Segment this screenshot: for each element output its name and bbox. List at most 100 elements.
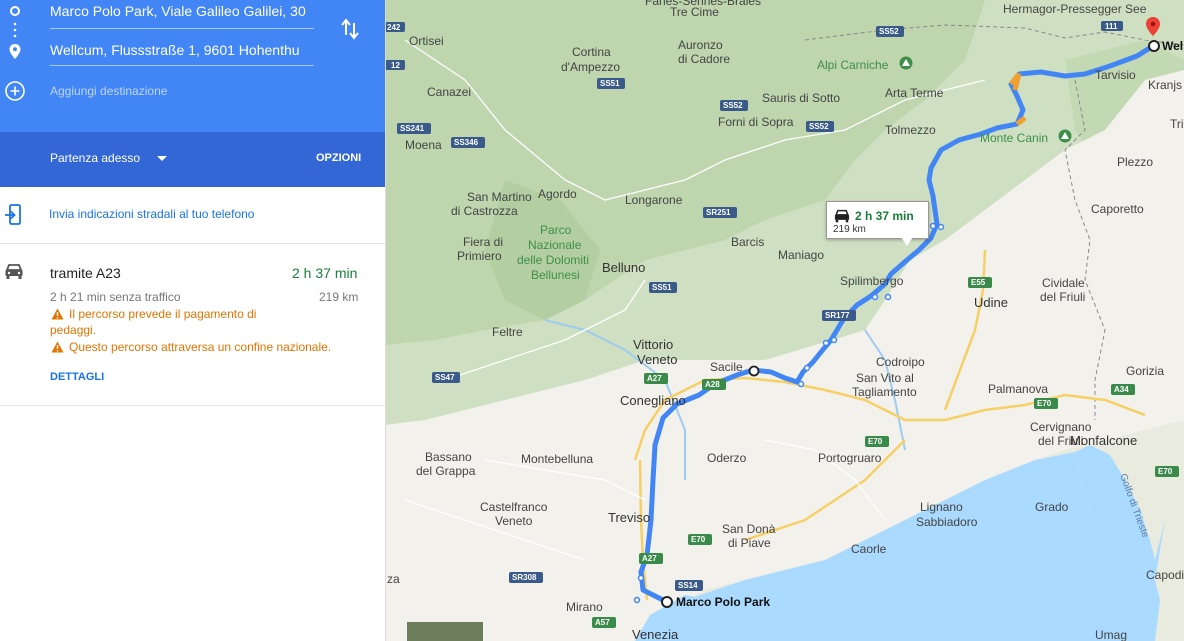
place-label: San Donà — [722, 522, 776, 536]
warning-tolls-line1: Il percorso prevede il pagamento di — [69, 307, 257, 321]
directions-panel: Marco Polo Park, Viale Galileo Galilei, … — [0, 0, 386, 641]
place-label: Gorizia — [1126, 364, 1164, 378]
place-label: Venezia — [632, 627, 679, 641]
place-label: Fiera di — [463, 235, 503, 249]
park-label: Bellunesi — [531, 268, 580, 282]
place-label: Udine — [974, 295, 1008, 310]
svg-text:SR308: SR308 — [512, 573, 537, 582]
route-options-bar: Partenza adesso OPZIONI — [0, 132, 385, 187]
svg-text:SR177: SR177 — [825, 311, 850, 320]
place-label: Feltre — [492, 325, 523, 339]
svg-text:SS51: SS51 — [600, 79, 620, 88]
place-label: Fanes-Sennes-Braies — [645, 0, 761, 8]
place-label: Moena — [405, 138, 442, 152]
place-label: Palmanova — [988, 382, 1048, 396]
place-label: za — [387, 572, 400, 586]
pin-dot — [1150, 21, 1156, 27]
route-info-box[interactable]: 2 h 37 min 219 km — [826, 201, 929, 239]
options-button[interactable]: OPZIONI — [316, 152, 361, 164]
route-via: tramite A23 — [50, 265, 121, 281]
place-label: Cervignano — [1030, 420, 1092, 434]
place-label: Canazei — [427, 85, 471, 99]
place-label: Veneto — [637, 352, 678, 367]
park-label: delle Dolomiti — [517, 253, 589, 267]
satellite-layer-thumbnail[interactable] — [407, 622, 483, 641]
place-label: Tarvisio — [1095, 68, 1136, 82]
place-label: San Vito al — [856, 371, 914, 385]
svg-text:SS52: SS52 — [809, 122, 829, 131]
warning-tolls-line2: pedaggi. — [50, 323, 97, 337]
svg-text:SR251: SR251 — [706, 208, 731, 217]
place-label: Spilimbergo — [840, 274, 904, 288]
destination-input[interactable]: Wellcum, Flussstraße 1, 9601 Hohenthu — [50, 42, 312, 58]
place-label: Ortisei — [409, 34, 444, 48]
send-to-phone-icon[interactable] — [4, 204, 22, 226]
mountain-peak-icon — [1058, 129, 1072, 143]
svg-text:A27: A27 — [647, 374, 662, 383]
warning-icon — [51, 308, 64, 320]
place-label: d'Ampezzo — [561, 60, 620, 74]
place-label: Caporetto — [1091, 202, 1144, 216]
details-button[interactable]: DETTAGLI — [50, 371, 104, 383]
svg-text:12: 12 — [391, 61, 400, 70]
map-canvas[interactable]: Marco Polo Park Wel Hermagor-Pressegger … — [385, 0, 1184, 641]
place-label: Vittorio — [633, 337, 673, 352]
place-label: di Castrozza — [451, 204, 518, 218]
route-distance: 219 km — [319, 290, 359, 304]
place-label: Cortina — [572, 45, 611, 59]
place-label: di Piave — [728, 536, 771, 550]
waypoint-circle-icon[interactable] — [748, 365, 760, 377]
place-label: Tolmezzo — [885, 123, 936, 137]
place-label: Plezzo — [1117, 155, 1153, 169]
info-duration: 2 h 37 min — [855, 209, 914, 223]
park-label: Monte Canin — [980, 131, 1048, 145]
svg-text:A27: A27 — [642, 554, 657, 563]
send-to-phone-link[interactable]: Invia indicazioni stradali al tuo telefo… — [49, 207, 254, 221]
destination-marker-icon[interactable] — [1148, 40, 1160, 52]
route-duration: 2 h 37 min — [292, 265, 358, 281]
warning-icon — [51, 341, 64, 353]
destination-pin-icon — [9, 44, 21, 59]
svg-text:SS14: SS14 — [678, 581, 698, 590]
place-label: del Friuli — [1040, 290, 1085, 304]
place-label: Lignano — [920, 500, 963, 514]
swap-directions-icon[interactable] — [339, 17, 361, 41]
place-label: Maniago — [778, 248, 824, 262]
place-label: Castelfranco — [480, 500, 548, 514]
place-label: Longarone — [625, 193, 683, 207]
place-label: Tagliamento — [852, 385, 917, 399]
svg-text:E70: E70 — [868, 437, 883, 446]
route-card[interactable]: tramite A23 2 h 37 min 2 h 21 min senza … — [0, 244, 385, 405]
route-duration-no-traffic: 2 h 21 min senza traffico — [50, 290, 181, 304]
origin-input[interactable]: Marco Polo Park, Viale Galileo Galilei, … — [50, 3, 312, 19]
origin-map-label[interactable]: Marco Polo Park — [676, 595, 770, 609]
place-label: Trigl — [1170, 117, 1184, 131]
place-label: Codroipo — [876, 355, 925, 369]
svg-text:A57: A57 — [595, 618, 610, 627]
info-box-tail — [901, 237, 913, 246]
place-label: Kranjs — [1148, 78, 1182, 92]
svg-text:SS51: SS51 — [652, 283, 672, 292]
add-destination-input[interactable]: Aggiungi destinazione — [50, 84, 167, 98]
car-icon — [834, 209, 850, 223]
place-label: Conegliano — [620, 393, 686, 408]
svg-text:111: 111 — [1105, 22, 1118, 31]
place-label: Belluno — [602, 260, 645, 275]
place-label: San Martino — [467, 190, 532, 204]
place-label: Montebelluna — [521, 452, 593, 466]
place-label: Hermagor-Pressegger See — [1003, 2, 1147, 16]
destination-map-label[interactable]: Wel — [1162, 39, 1183, 53]
svg-text:SS52: SS52 — [879, 27, 899, 36]
place-label: Primiero — [457, 249, 502, 263]
place-label: Grado — [1035, 500, 1069, 514]
place-label: di Cadore — [678, 52, 730, 66]
svg-text:E70: E70 — [1037, 399, 1052, 408]
place-label: Bassano — [425, 450, 472, 464]
add-destination-icon[interactable] — [4, 80, 26, 102]
departure-time-dropdown[interactable]: Partenza adesso — [50, 151, 140, 165]
connector-dots-icon — [13, 22, 17, 38]
origin-marker-icon[interactable] — [661, 596, 673, 608]
warning-border: Questo percorso attraversa un confine na… — [69, 340, 332, 354]
chevron-down-icon[interactable] — [157, 156, 167, 162]
place-label: Sauris di Sotto — [762, 91, 840, 105]
